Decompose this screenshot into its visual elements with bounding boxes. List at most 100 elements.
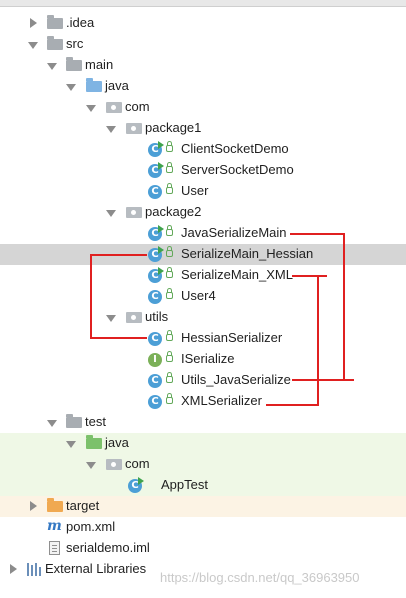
tree-item-label: SerializeMain_Hessian (181, 246, 314, 261)
class-icon: C (148, 290, 162, 304)
annotation-line (266, 404, 319, 406)
project-tree: .idea src main java com package1 C Clien… (0, 13, 406, 580)
collapse-arrow-icon[interactable] (86, 105, 96, 112)
folder-icon (47, 36, 63, 50)
tree-item-src[interactable]: src (0, 34, 406, 55)
expand-arrow-icon[interactable] (30, 18, 37, 28)
tree-item-java[interactable]: java (0, 76, 406, 97)
run-marker-icon (158, 246, 164, 254)
class-icon: C (148, 395, 162, 409)
tree-item-ServerSocketDemo[interactable]: C ServerSocketDemo (0, 160, 406, 181)
tree-item-com[interactable]: com (0, 97, 406, 118)
tree-item-iml[interactable]: serialdemo.iml (0, 538, 406, 559)
tree-item-SerializeMain_XML[interactable]: C SerializeMain_XML (0, 265, 406, 286)
tree-item-label: src (66, 36, 84, 51)
expand-arrow-icon[interactable] (30, 501, 37, 511)
tree-item-label: package2 (145, 204, 202, 219)
class-icon: C (148, 374, 162, 388)
tree-item-User4[interactable]: C User4 (0, 286, 406, 307)
collapse-arrow-icon[interactable] (66, 441, 76, 448)
tree-item-label: HessianSerializer (181, 330, 283, 345)
tree-item-AppTest[interactable]: C AppTest (0, 475, 406, 496)
tree-item-package1[interactable]: package1 (0, 118, 406, 139)
tree-item-label: com (125, 456, 150, 471)
lock-icon (166, 393, 173, 404)
source-folder-icon (86, 78, 102, 92)
package-icon (106, 102, 122, 113)
class-icon: C (148, 185, 162, 199)
package-icon (106, 459, 122, 470)
collapse-arrow-icon[interactable] (28, 42, 38, 49)
tree-item-label: ISerialize (181, 351, 235, 366)
lock-icon (166, 141, 173, 152)
watermark: https://blog.csdn.net/qq_36963950 (160, 570, 360, 585)
collapse-arrow-icon[interactable] (106, 126, 116, 133)
tree-item-label: serialdemo.iml (66, 540, 150, 555)
tree-item-label: pom.xml (66, 519, 116, 534)
tree-item-pom[interactable]: m pom.xml (0, 517, 406, 538)
tree-item-target[interactable]: target (0, 496, 406, 517)
annotation-line (292, 379, 354, 381)
tree-item-label: utils (145, 309, 169, 324)
tree-item-HessianSerializer[interactable]: C HessianSerializer (0, 328, 406, 349)
tree-item-ISerialize[interactable]: I ISerialize (0, 349, 406, 370)
tree-item-idea[interactable]: .idea (0, 13, 406, 34)
class-icon: C (148, 332, 162, 346)
collapse-arrow-icon[interactable] (66, 84, 76, 91)
annotation-line (290, 233, 344, 235)
tree-item-XMLSerializer[interactable]: C XMLSerializer (0, 391, 406, 412)
tree-item-label: XMLSerializer (181, 393, 262, 408)
lock-icon (166, 267, 173, 278)
annotation-line (317, 275, 319, 405)
interface-icon: I (148, 353, 162, 367)
folder-icon (47, 15, 63, 29)
libraries-icon (27, 563, 41, 576)
tree-item-User[interactable]: C User (0, 181, 406, 202)
tree-item-JavaSerializeMain[interactable]: C JavaSerializeMain (0, 223, 406, 244)
run-marker-icon (158, 162, 164, 170)
tree-item-label: target (66, 498, 100, 513)
run-marker-icon (138, 477, 144, 485)
annotation-line (90, 254, 92, 338)
maven-icon: m (47, 518, 62, 534)
tree-item-SerializeMain_Hessian[interactable]: C SerializeMain_Hessian (0, 244, 406, 265)
tree-item-label: test (85, 414, 106, 429)
run-marker-icon (158, 141, 164, 149)
package-icon (126, 312, 142, 323)
folder-icon (66, 57, 82, 71)
tree-item-test-java[interactable]: java (0, 433, 406, 454)
tree-item-test[interactable]: test (0, 412, 406, 433)
collapse-arrow-icon[interactable] (106, 210, 116, 217)
tree-item-label: External Libraries (45, 561, 147, 576)
lock-icon (166, 183, 173, 194)
collapse-arrow-icon[interactable] (47, 63, 57, 70)
annotation-line (90, 254, 147, 256)
tree-item-label: main (85, 57, 114, 72)
tree-item-label: java (105, 78, 129, 93)
tree-item-package2[interactable]: package2 (0, 202, 406, 223)
module-file-icon (49, 541, 60, 555)
collapse-arrow-icon[interactable] (47, 420, 57, 427)
collapse-arrow-icon[interactable] (86, 462, 96, 469)
tree-item-main[interactable]: main (0, 55, 406, 76)
lock-icon (166, 288, 173, 299)
package-icon (126, 123, 142, 134)
tree-item-label: com (125, 99, 150, 114)
lock-icon (166, 162, 173, 173)
tree-item-label: .idea (66, 15, 95, 30)
excluded-folder-icon (47, 498, 63, 512)
lock-icon (166, 372, 173, 383)
tree-item-label: User (181, 183, 209, 198)
run-marker-icon (158, 267, 164, 275)
annotation-line (292, 275, 327, 277)
collapse-arrow-icon[interactable] (106, 315, 116, 322)
expand-arrow-icon[interactable] (10, 564, 17, 574)
tree-item-ClientSocketDemo[interactable]: C ClientSocketDemo (0, 139, 406, 160)
tree-item-test-com[interactable]: com (0, 454, 406, 475)
tree-item-label: JavaSerializeMain (181, 225, 287, 240)
tree-item-utils[interactable]: utils (0, 307, 406, 328)
tree-item-label: ClientSocketDemo (181, 141, 289, 156)
tree-item-label: package1 (145, 120, 202, 135)
lock-icon (166, 225, 173, 236)
package-icon (126, 207, 142, 218)
